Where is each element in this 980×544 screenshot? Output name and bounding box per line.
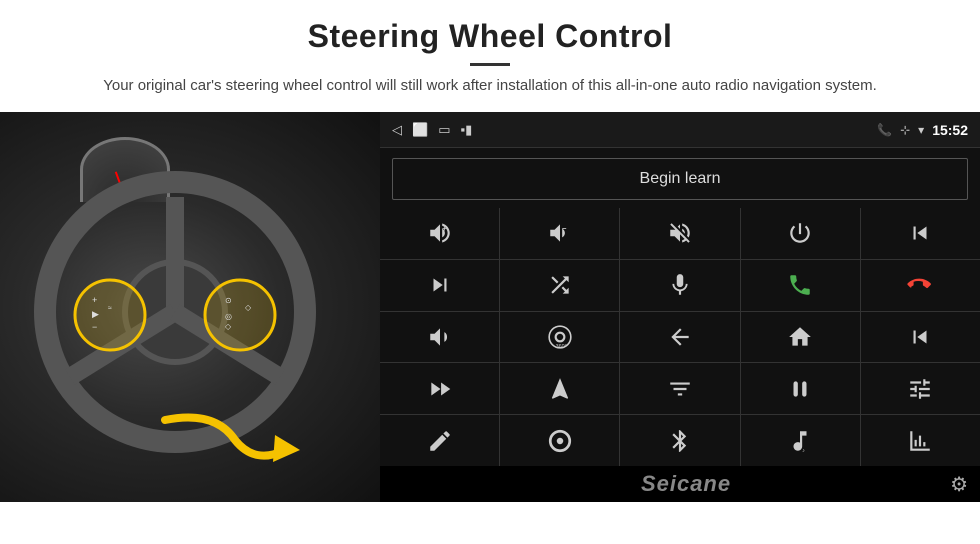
page-wrapper: Steering Wheel Control Your original car… [0,0,980,502]
home-button[interactable] [741,312,860,363]
home-nav-icon[interactable]: ⬜ [412,122,428,138]
location-status-icon: ⊹ [900,123,910,137]
shuffle-button[interactable] [500,260,619,311]
clock-display: 15:52 [932,122,968,138]
svg-text:+: + [442,224,447,233]
record-button[interactable] [741,363,860,414]
svg-text:♪: ♪ [802,447,805,453]
svg-text:◇: ◇ [225,322,232,331]
svg-text:+: + [92,295,97,305]
svg-text:▶: ▶ [92,309,99,319]
back-nav-icon[interactable]: ◁ [392,122,402,138]
arrow-icon [155,400,305,480]
prev-phone-button[interactable] [861,208,980,259]
steering-wheel-panel: + ▶ − ≈ ⊙ ◎ ◇ ◇ [0,112,380,502]
bluetooth-button[interactable] [620,415,739,466]
sliders-button[interactable] [861,363,980,414]
chart-button[interactable] [861,415,980,466]
navigate-button[interactable] [500,363,619,414]
mute-button[interactable] [620,208,739,259]
svg-text:−: − [562,224,567,233]
mic-button[interactable] [620,260,739,311]
content-area: + ▶ − ≈ ⊙ ◎ ◇ ◇ [0,112,980,502]
begin-learn-row: Begin learn [380,148,980,208]
circle-btn-button[interactable] [500,415,619,466]
begin-learn-button[interactable]: Begin learn [392,158,968,200]
vol-up-button[interactable]: + [380,208,499,259]
next-button[interactable] [380,260,499,311]
status-left-icons: ◁ ⬜ ▭ ▪▮ [392,122,472,138]
brand-bar: Seicane ⚙ [380,466,980,502]
equalizer-button[interactable] [620,363,739,414]
phone-call-button[interactable] [741,260,860,311]
settings-gear-icon[interactable]: ⚙ [950,472,968,497]
svg-text:≈: ≈ [108,305,112,312]
skip-back-button[interactable] [861,312,980,363]
recents-nav-icon[interactable]: ▭ [438,122,450,138]
svg-text:⊙: ⊙ [225,296,232,305]
pen-button[interactable] [380,415,499,466]
control-grid: + − [380,208,980,466]
svg-text:◎: ◎ [225,312,232,321]
title-divider [470,63,510,66]
power-button[interactable] [741,208,860,259]
music-button[interactable]: ♪ [741,415,860,466]
svg-text:360°: 360° [555,344,566,350]
page-title: Steering Wheel Control [60,18,920,55]
signal-bars-icon: ▪▮ [460,122,472,138]
vol-down-button[interactable]: − [500,208,619,259]
status-bar: ◁ ⬜ ▭ ▪▮ 📞 ⊹ ▾ 15:52 [380,112,980,148]
camera-360-button[interactable]: 360° [500,312,619,363]
svg-text:◇: ◇ [245,303,252,312]
back-arrow-button[interactable] [620,312,739,363]
status-right-icons: 📞 ⊹ ▾ 15:52 [877,122,968,138]
brand-name: Seicane [422,471,950,497]
svg-text:−: − [92,322,97,332]
fast-forward-button[interactable] [380,363,499,414]
header-description: Your original car's steering wheel contr… [100,74,880,98]
header-section: Steering Wheel Control Your original car… [0,0,980,108]
hang-up-button[interactable] [861,260,980,311]
wifi-status-icon: ▾ [918,123,924,137]
phone-status-icon: 📞 [877,123,892,137]
horn-button[interactable] [380,312,499,363]
head-unit-panel: ◁ ⬜ ▭ ▪▮ 📞 ⊹ ▾ 15:52 Begin learn [380,112,980,502]
